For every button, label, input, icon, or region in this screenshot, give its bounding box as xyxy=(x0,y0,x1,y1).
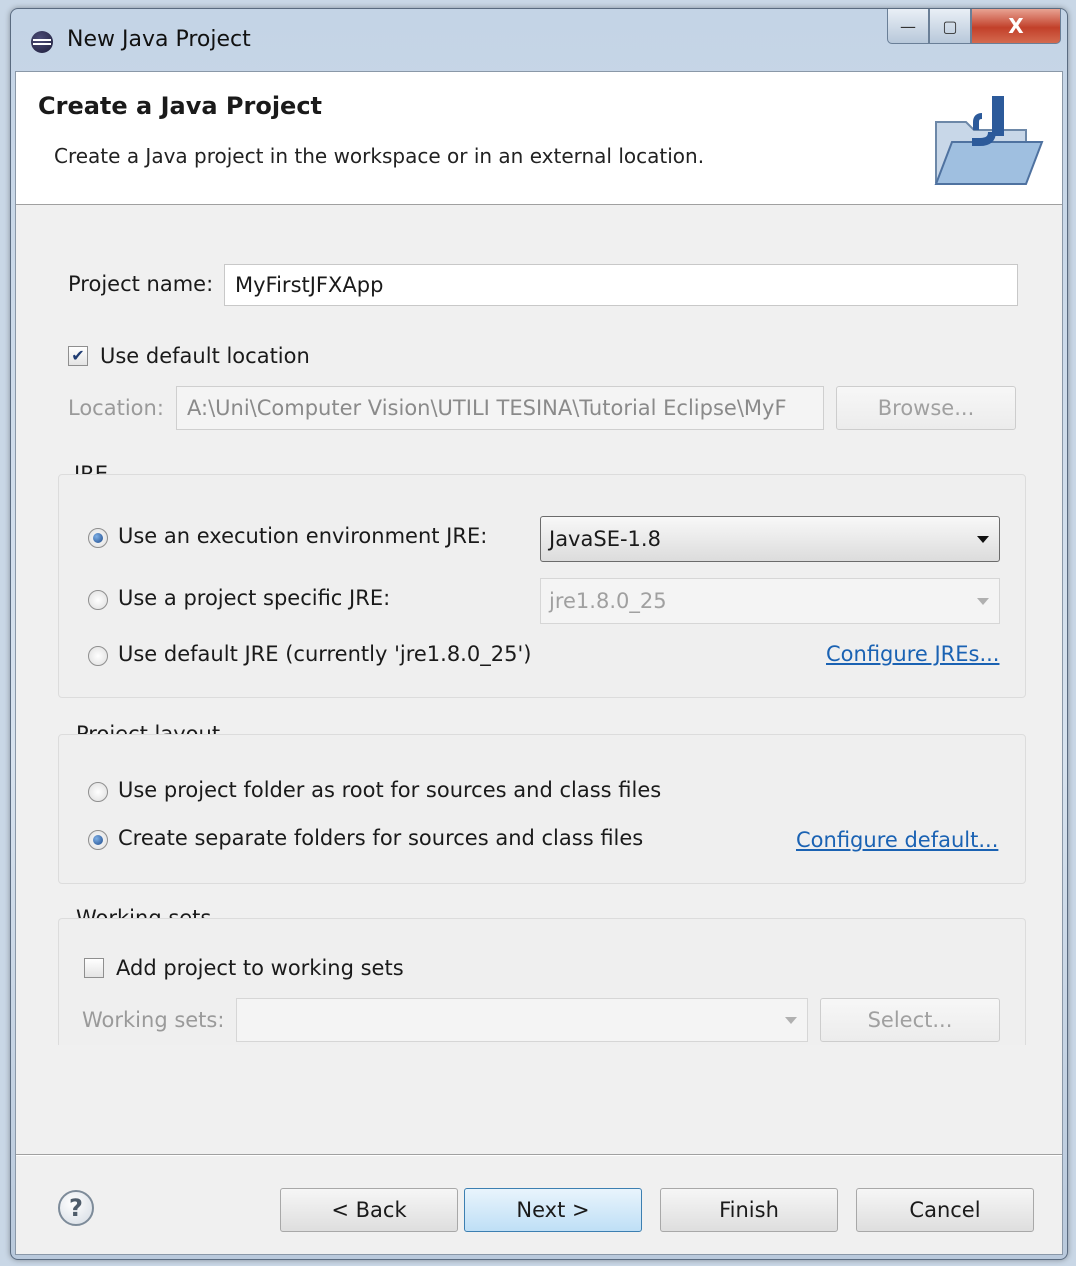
page-description: Create a Java project in the workspace o… xyxy=(54,144,705,168)
project-name-input[interactable]: MyFirstJFXApp xyxy=(224,264,1018,306)
minimize-button[interactable]: — xyxy=(887,9,929,44)
project-specific-jre-label: Use a project specific JRE: xyxy=(118,586,391,610)
checkmark-icon: ✔ xyxy=(71,346,85,365)
footer-separator xyxy=(16,1154,1062,1156)
project-layout-group xyxy=(58,734,1026,884)
use-default-location-label: Use default location xyxy=(100,344,310,368)
location-input[interactable]: A:\Uni\Computer Vision\UTILI TESINA\Tuto… xyxy=(176,386,824,430)
window-controls: — ▢ X xyxy=(887,9,1061,45)
default-jre-radio[interactable] xyxy=(88,646,108,666)
exec-env-jre-label: Use an execution environment JRE: xyxy=(118,524,488,548)
help-icon: ? xyxy=(69,1194,83,1222)
cancel-button-label: Cancel xyxy=(909,1198,981,1222)
browse-button-label: Browse... xyxy=(877,396,975,420)
add-to-working-sets-checkbox[interactable] xyxy=(84,958,104,978)
maximize-button[interactable]: ▢ xyxy=(929,9,971,44)
separate-folders-radio[interactable] xyxy=(88,830,108,850)
configure-jres-link[interactable]: Configure JREs... xyxy=(826,642,999,666)
configure-default-link[interactable]: Configure default... xyxy=(796,828,998,852)
working-sets-label: Working sets: xyxy=(82,1008,225,1032)
title-bar[interactable]: New Java Project — ▢ X xyxy=(11,9,1067,69)
select-working-sets-button[interactable]: Select... xyxy=(820,998,1000,1042)
location-value: A:\Uni\Computer Vision\UTILI TESINA\Tuto… xyxy=(187,396,787,420)
project-specific-jre-select[interactable]: jre1.8.0_25 xyxy=(540,578,1000,624)
dialog-client-area: Create a Java Project Create a Java proj… xyxy=(15,71,1063,1255)
working-sets-select[interactable] xyxy=(236,998,808,1042)
project-root-radio[interactable] xyxy=(88,782,108,802)
page-title: Create a Java Project xyxy=(38,92,323,120)
exec-env-jre-radio[interactable] xyxy=(88,528,108,548)
execution-environment-select[interactable]: JavaSE-1.8 xyxy=(540,516,1000,562)
browse-button[interactable]: Browse... xyxy=(836,386,1016,430)
project-specific-jre-value: jre1.8.0_25 xyxy=(549,589,667,613)
window-title: New Java Project xyxy=(67,27,251,52)
location-label: Location: xyxy=(68,396,164,420)
project-name-value: MyFirstJFXApp xyxy=(235,273,384,297)
finish-button[interactable]: Finish xyxy=(660,1188,838,1232)
maximize-icon: ▢ xyxy=(942,16,958,36)
chevron-down-icon xyxy=(977,598,989,605)
cancel-button[interactable]: Cancel xyxy=(856,1188,1034,1232)
project-specific-jre-radio[interactable] xyxy=(88,590,108,610)
project-root-label: Use project folder as root for sources a… xyxy=(118,778,662,802)
help-button[interactable]: ? xyxy=(58,1190,94,1226)
execution-environment-value: JavaSE-1.8 xyxy=(549,527,661,551)
use-default-location-checkbox[interactable]: ✔ xyxy=(68,346,88,366)
java-project-folder-icon xyxy=(934,96,1044,185)
add-to-working-sets-label: Add project to working sets xyxy=(116,956,404,980)
project-name-label: Project name: xyxy=(68,272,214,296)
default-jre-label: Use default JRE (currently 'jre1.8.0_25'… xyxy=(118,642,532,666)
eclipse-icon xyxy=(31,31,53,53)
chevron-down-icon xyxy=(785,1017,797,1024)
minimize-icon: — xyxy=(900,16,916,36)
next-button[interactable]: Next > xyxy=(464,1188,642,1232)
select-button-label: Select... xyxy=(867,1008,953,1032)
next-button-label: Next > xyxy=(516,1198,590,1222)
back-button[interactable]: < Back xyxy=(280,1188,458,1232)
close-icon: X xyxy=(1008,14,1024,38)
finish-button-label: Finish xyxy=(719,1198,779,1222)
back-button-label: < Back xyxy=(331,1198,407,1222)
new-java-project-window: New Java Project — ▢ X Create a Java Pro… xyxy=(10,8,1068,1260)
wizard-header: Create a Java Project Create a Java proj… xyxy=(16,72,1062,205)
chevron-down-icon xyxy=(977,536,989,543)
close-button[interactable]: X xyxy=(971,9,1061,44)
separate-folders-label: Create separate folders for sources and … xyxy=(118,826,644,850)
